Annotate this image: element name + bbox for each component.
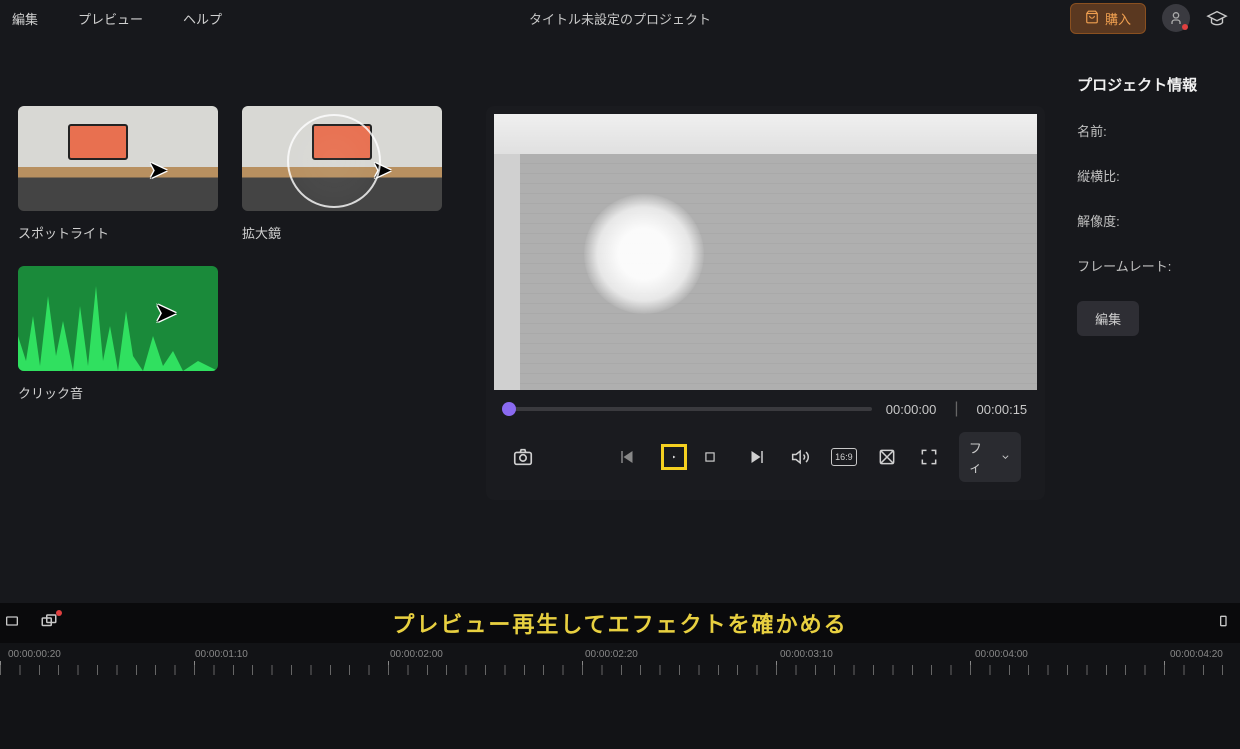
- sidebar-toggle-button[interactable]: [1218, 613, 1234, 634]
- play-button[interactable]: [661, 444, 687, 470]
- chevron-down-icon: [1000, 451, 1011, 463]
- time-divider: |: [954, 400, 958, 418]
- preview-panel: 00:00:00 | 00:00:15: [486, 46, 1045, 593]
- effect-card-click-sound[interactable]: ➤ クリック音: [18, 266, 218, 402]
- ruler-mark: 00:00:04:20: [1170, 649, 1223, 660]
- effect-thumb-spotlight: ➤: [18, 106, 218, 211]
- user-avatar-button[interactable]: [1162, 4, 1190, 32]
- effect-card-magnifier[interactable]: ➤ 拡大鏡: [242, 106, 442, 242]
- main-workspace: ➤ スポットライト ➤ 拡大鏡 ➤ クリック音: [0, 36, 1240, 603]
- project-title: タイトル未設定のプロジェクト: [529, 9, 711, 28]
- windows-icon-button[interactable]: [40, 612, 58, 635]
- ruler-mark: 00:00:04:00: [975, 649, 1028, 660]
- ruler-mark: 00:00:03:10: [780, 649, 833, 660]
- timeline-area: 00:00:00:20 00:00:01:10 00:00:02:00 00:0…: [0, 643, 1240, 749]
- window-icon-button[interactable]: [4, 613, 20, 634]
- info-name-label: 名前:: [1077, 121, 1220, 140]
- effect-label: クリック音: [18, 383, 218, 402]
- info-resolution-label: 解像度:: [1077, 211, 1220, 230]
- ruler-mark: 00:00:02:20: [585, 649, 638, 660]
- ruler-mark: 00:00:00:20: [8, 649, 61, 660]
- time-total: 00:00:15: [977, 402, 1028, 417]
- effects-panel: ➤ スポットライト ➤ 拡大鏡 ➤ クリック音: [0, 46, 474, 593]
- info-aspect-label: 縦横比:: [1077, 166, 1220, 185]
- top-menu-bar: 編集 プレビュー ヘルプ タイトル未設定のプロジェクト 購入: [0, 0, 1240, 36]
- ruler-mark: 00:00:01:10: [195, 649, 248, 660]
- menu-preview[interactable]: プレビュー: [78, 9, 143, 28]
- fit-dropdown[interactable]: フィ: [959, 432, 1021, 482]
- graduation-cap-icon[interactable]: [1206, 7, 1228, 29]
- cursor-arrow-icon: ➤: [148, 156, 168, 185]
- menu-edit[interactable]: 編集: [12, 9, 38, 28]
- instruction-banner: プレビュー再生してエフェクトを確かめる: [0, 603, 1240, 643]
- cart-icon: [1085, 10, 1099, 27]
- effect-card-spotlight[interactable]: ➤ スポットライト: [18, 106, 218, 242]
- scrub-slider[interactable]: [504, 407, 872, 411]
- fit-label: フィ: [969, 438, 992, 476]
- time-current: 00:00:00: [886, 402, 937, 417]
- preview-viewport: [494, 114, 1037, 390]
- cursor-arrow-icon: ➤: [372, 156, 392, 185]
- timeline-tracks[interactable]: [0, 679, 1240, 749]
- aspect-ratio-button[interactable]: 16:9: [831, 448, 857, 466]
- info-framerate-label: フレームレート:: [1077, 256, 1220, 275]
- edit-project-info-button[interactable]: 編集: [1077, 301, 1139, 336]
- prev-frame-button[interactable]: [615, 444, 641, 470]
- fullscreen-button[interactable]: [917, 444, 941, 470]
- mask-button[interactable]: [875, 444, 899, 470]
- cursor-arrow-icon: ➤: [154, 296, 177, 329]
- next-frame-button[interactable]: [743, 444, 769, 470]
- snapshot-button[interactable]: [510, 444, 535, 470]
- buy-label: 購入: [1105, 9, 1131, 28]
- effect-label: スポットライト: [18, 223, 218, 242]
- timeline-ruler[interactable]: 00:00:00:20 00:00:01:10 00:00:02:00 00:0…: [0, 643, 1240, 679]
- project-info-panel: プロジェクト情報 名前: 縦横比: 解像度: フレームレート: 編集: [1057, 46, 1240, 593]
- volume-button[interactable]: [789, 444, 813, 470]
- menu-help[interactable]: ヘルプ: [183, 9, 222, 28]
- effect-thumb-magnifier: ➤: [242, 106, 442, 211]
- scrub-handle[interactable]: [502, 402, 516, 416]
- buy-button[interactable]: 購入: [1070, 3, 1146, 34]
- effect-thumb-click-sound: ➤: [18, 266, 218, 371]
- banner-text: プレビュー再生してエフェクトを確かめる: [392, 607, 847, 639]
- info-panel-title: プロジェクト情報: [1077, 74, 1220, 95]
- ruler-mark: 00:00:02:00: [390, 649, 443, 660]
- effect-label: 拡大鏡: [242, 223, 442, 242]
- stop-button[interactable]: [697, 444, 723, 470]
